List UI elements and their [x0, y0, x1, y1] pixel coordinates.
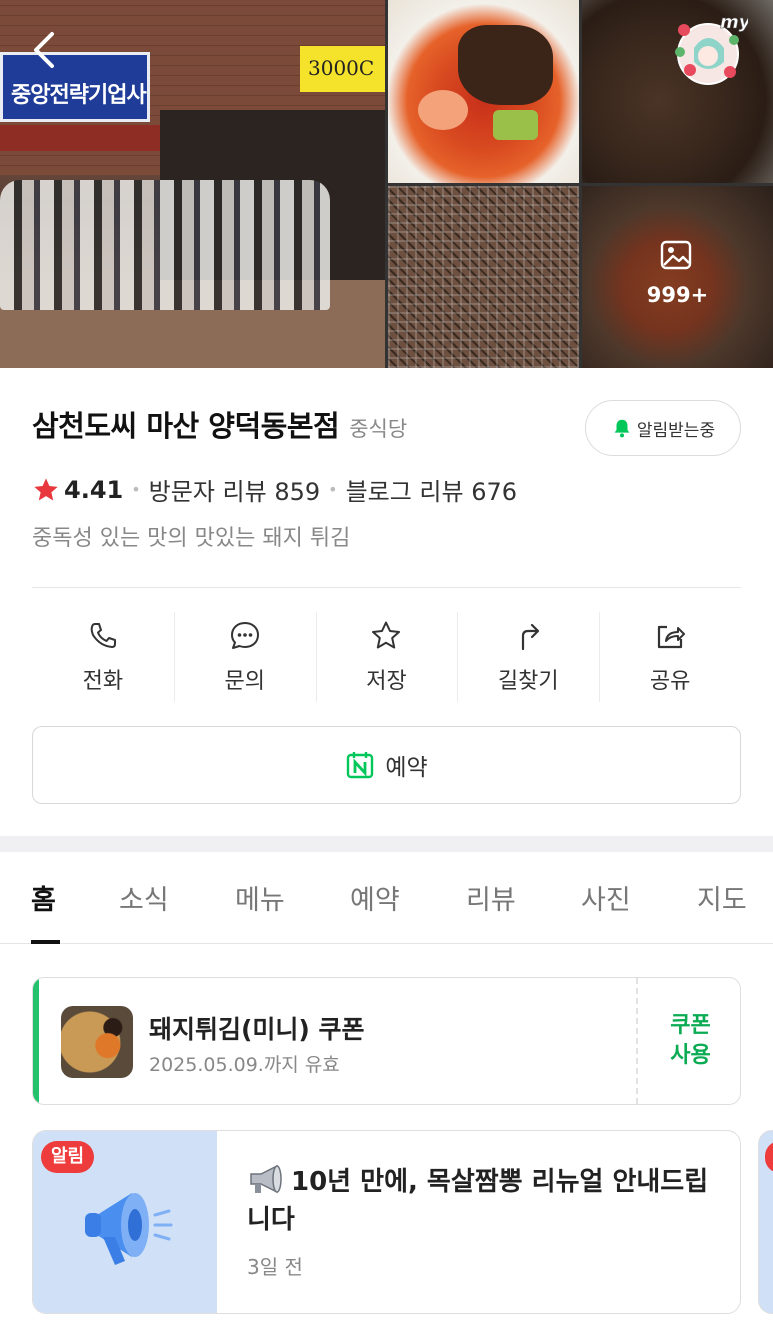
- share-label: 공유: [649, 669, 691, 694]
- reserve-label: 예약: [385, 755, 428, 781]
- tab-photos[interactable]: 사진: [581, 878, 631, 917]
- coupon-thumbnail: [61, 1006, 133, 1078]
- shop-sign-yellow: 3000C: [300, 46, 385, 92]
- share-icon: [657, 625, 686, 649]
- shop-sign-blue: 중앙전략기업사: [0, 52, 150, 122]
- image-icon: [660, 240, 692, 270]
- coupon-card[interactable]: 돼지튀김(미니) 쿠폰 2025.05.09.까지 유효 쿠폰 사용: [32, 977, 741, 1105]
- coupon-use-label-2: 사용: [670, 1043, 711, 1068]
- directions-button[interactable]: 길찾기: [457, 612, 599, 702]
- separator-dot: •: [131, 480, 141, 499]
- notice-title: 10년 만에, 목살짬뽕 리뉴얼 안내드립니다: [247, 1163, 717, 1239]
- tab-reviews[interactable]: 리뷰: [466, 878, 516, 917]
- rating-value: 4.41: [64, 475, 124, 504]
- call-label: 전화: [82, 669, 124, 694]
- meat-piece: [458, 25, 553, 105]
- next-notice-badge: [765, 1141, 773, 1173]
- coupon-valid-date: 2025.05.09.까지 유효: [149, 1054, 340, 1076]
- directions-icon: [522, 623, 540, 651]
- photo-more[interactable]: [582, 186, 773, 368]
- call-button[interactable]: 전화: [32, 612, 174, 702]
- photo-more-overlay: [582, 186, 773, 368]
- star-icon: [372, 621, 401, 649]
- coupon-title: 돼지튀김(미니) 쿠폰: [149, 1015, 365, 1044]
- action-bar: 전화 문의 저장 길찾기 공유: [32, 612, 741, 702]
- place-category: 중식당: [349, 417, 408, 441]
- alarm-subscribe-button[interactable]: 알림받는중: [585, 400, 741, 456]
- separator-dot: •: [328, 480, 338, 499]
- tab-bar: 홈 소식 메뉴 예약 리뷰 사진 지도: [0, 852, 773, 944]
- rating-row: 4.41 • 방문자 리뷰 859 • 블로그 리뷰 676: [32, 472, 517, 507]
- tab-map[interactable]: 지도: [697, 878, 747, 917]
- notice-card[interactable]: 알림 10년 만에, 목살짬뽕 리뉴얼 안내드립니다 3일 전: [32, 1130, 741, 1314]
- notice-badge: 알림: [41, 1141, 95, 1173]
- my-profile-badge[interactable]: my: [668, 10, 748, 90]
- coupon-accent-bar: [33, 978, 39, 1104]
- coupon-use-button[interactable]: 쿠폰 사용: [639, 978, 740, 1104]
- inquiry-label: 문의: [224, 669, 265, 694]
- active-tab-indicator: [31, 940, 60, 944]
- notice-time: 3일 전: [247, 1255, 303, 1279]
- next-notice-card-peek[interactable]: [758, 1130, 773, 1314]
- save-button[interactable]: 저장: [315, 612, 458, 702]
- share-button[interactable]: 공유: [599, 612, 741, 702]
- chat-icon: [230, 622, 259, 649]
- place-description: 중독성 있는 맛의 맛있는 돼지 튀김: [32, 526, 351, 551]
- tab-reservation[interactable]: 예약: [350, 878, 400, 917]
- tab-news[interactable]: 소식: [119, 878, 169, 917]
- back-arrow-icon[interactable]: [28, 30, 60, 70]
- place-title-row: 삼천도씨 마산 양덕동본점 중식당: [32, 403, 407, 445]
- shrimp: [418, 90, 468, 130]
- photo-count: 999+: [646, 283, 709, 307]
- coupon-dashed-separator: [636, 978, 638, 1104]
- photo-jjamppong[interactable]: [388, 0, 579, 183]
- tab-home[interactable]: 홈: [31, 878, 56, 917]
- divider: [32, 587, 741, 588]
- place-name: 삼천도씨 마산 양덕동본점: [32, 409, 340, 443]
- svg-text:my: my: [720, 12, 748, 33]
- tab-menu[interactable]: 메뉴: [235, 878, 285, 917]
- blog-reviews-link[interactable]: 블로그 리뷰 676: [346, 472, 517, 507]
- megaphone-icon: [85, 1193, 173, 1265]
- coupon-use-label-1: 쿠폰: [670, 1013, 711, 1038]
- alarm-label: 알림받는중: [636, 420, 716, 441]
- naver-calendar-icon: [347, 752, 374, 779]
- awning: [0, 125, 160, 151]
- phone-icon: [90, 623, 116, 648]
- zucchini: [493, 110, 538, 140]
- visitor-reviews-link[interactable]: 방문자 리뷰 859: [149, 472, 320, 507]
- inquiry-button[interactable]: 문의: [173, 612, 316, 702]
- bell-icon: [614, 419, 630, 438]
- section-gap: [0, 836, 773, 852]
- notice-image: 알림: [33, 1131, 217, 1313]
- rating-star-icon: [34, 477, 58, 500]
- notice-title-text: 10년 만에, 목살짬뽕 리뉴얼 안내드립니다: [247, 1167, 709, 1235]
- directions-label: 길찾기: [497, 669, 559, 694]
- photo-grill[interactable]: [388, 186, 579, 368]
- save-label: 저장: [366, 669, 407, 694]
- reserve-button[interactable]: 예약: [32, 726, 741, 804]
- photo-gallery[interactable]: 중앙전략기업사 3000C 999+ my: [0, 0, 773, 368]
- loudspeaker-icon: [250, 1164, 282, 1194]
- waiting-crowd: [0, 180, 330, 310]
